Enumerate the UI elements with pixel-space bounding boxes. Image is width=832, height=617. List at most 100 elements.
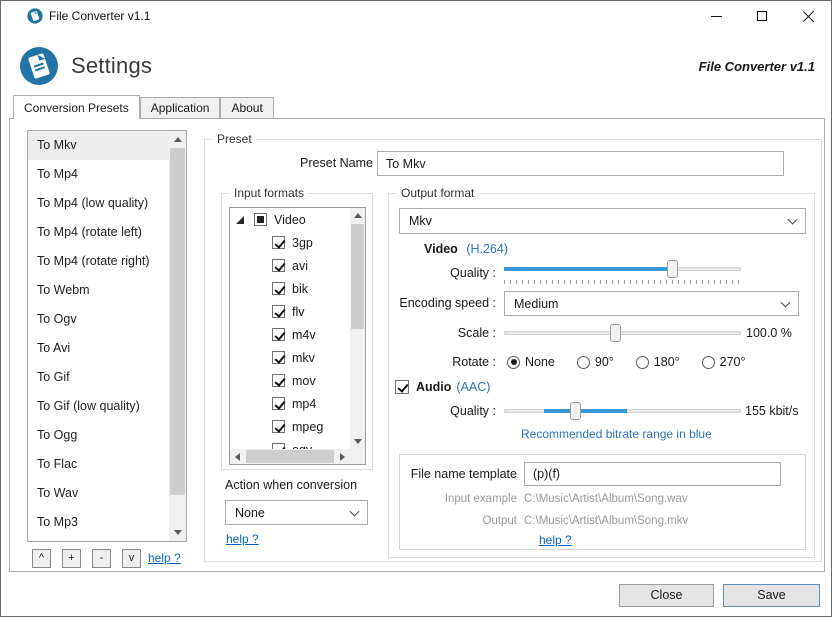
encoding-speed-dropdown[interactable]: Medium — [504, 291, 799, 316]
preset-name-input[interactable] — [377, 151, 784, 176]
tab-about[interactable]: About — [220, 97, 273, 118]
slider-fill — [504, 267, 672, 271]
scale-slider[interactable] — [504, 324, 741, 350]
input-example-value: C:\Music\Artist\Album\Song.wav — [524, 493, 688, 505]
action-dropdown[interactable]: None — [225, 500, 368, 525]
tab-application[interactable]: Application — [140, 97, 221, 118]
rotate-option-90[interactable]: 90° — [577, 355, 614, 369]
rotate-option-180[interactable]: 180° — [636, 355, 680, 369]
video-root-checkbox[interactable] — [254, 213, 267, 226]
format-checkbox[interactable] — [272, 305, 285, 318]
format-checkbox[interactable] — [272, 282, 285, 295]
format-checkbox[interactable] — [272, 328, 285, 341]
arrow-right-icon — [340, 453, 345, 461]
preset-list-item[interactable]: To Mp4 (low quality) — [28, 189, 169, 218]
video-label: Video — [424, 242, 458, 256]
audio-bitrate-value: 155 kbit/s — [745, 399, 799, 424]
radio-icon[interactable] — [636, 356, 649, 369]
format-checkbox[interactable] — [272, 397, 285, 410]
preset-list-item[interactable]: To Mkv — [28, 131, 169, 160]
preset-list-item[interactable]: To Mp3 — [28, 508, 169, 537]
slider-thumb[interactable] — [570, 402, 581, 420]
video-quality-slider[interactable] — [504, 260, 741, 286]
radio-icon[interactable] — [577, 356, 590, 369]
scroll-up-button[interactable] — [169, 131, 186, 148]
scroll-up-button[interactable] — [350, 208, 365, 223]
scroll-left-button[interactable] — [230, 449, 245, 464]
input-formats-help-link[interactable]: help ? — [226, 532, 259, 546]
scroll-down-button[interactable] — [350, 434, 365, 449]
preset-list-help-link[interactable]: help ? — [148, 551, 181, 565]
format-row[interactable]: m4v — [230, 323, 350, 346]
preset-name-label: Preset Name — [235, 151, 373, 176]
preset-list-item[interactable]: To Mp4 (rotate right) — [28, 247, 169, 276]
format-checkbox[interactable] — [272, 236, 285, 249]
tree-root-row[interactable]: Video — [230, 208, 350, 231]
tree-vertical-scrollbar[interactable] — [350, 208, 365, 449]
format-row[interactable]: flv — [230, 300, 350, 323]
file-name-help-link[interactable]: help ? — [539, 533, 572, 547]
audio-checkbox[interactable] — [395, 380, 409, 394]
add-preset-button[interactable]: + — [62, 549, 81, 568]
format-row[interactable]: 3gp — [230, 231, 350, 254]
format-row[interactable]: mov — [230, 369, 350, 392]
expander-icon[interactable] — [236, 216, 244, 224]
app-logo — [19, 46, 59, 86]
format-row[interactable]: ogv — [230, 438, 350, 449]
audio-quality-slider[interactable] — [504, 402, 741, 428]
scroll-right-button[interactable] — [335, 449, 350, 464]
output-format-dropdown[interactable]: Mkv — [399, 208, 806, 234]
preset-list-item[interactable]: To Ogg — [28, 421, 169, 450]
output-format-value: Mkv — [409, 214, 432, 228]
format-label: mp4 — [292, 397, 316, 411]
maximize-button[interactable] — [739, 1, 785, 31]
format-row[interactable]: avi — [230, 254, 350, 277]
format-checkbox[interactable] — [272, 420, 285, 433]
scrollbar-corner — [350, 449, 365, 464]
preset-list-scrollbar[interactable] — [169, 131, 186, 541]
move-preset-up-button[interactable]: ^ — [32, 549, 51, 568]
scale-label: Scale : — [389, 321, 496, 346]
remove-preset-button[interactable]: - — [92, 549, 111, 568]
preset-list-item[interactable]: To Mp4 — [28, 160, 169, 189]
rotate-option-270[interactable]: 270° — [702, 355, 746, 369]
slider-thumb[interactable] — [610, 324, 621, 342]
action-dropdown-value: None — [235, 506, 265, 520]
preset-list-item[interactable]: To Gif — [28, 363, 169, 392]
window-controls — [693, 1, 831, 31]
format-row[interactable]: mpeg — [230, 415, 350, 438]
tree-horizontal-scrollbar[interactable] — [230, 449, 350, 464]
minimize-button[interactable] — [693, 1, 739, 31]
arrow-down-icon — [174, 530, 182, 535]
preset-list-item[interactable]: To Ogv — [28, 305, 169, 334]
scrollbar-thumb[interactable] — [351, 224, 364, 329]
close-window-button[interactable] — [785, 1, 831, 31]
format-checkbox[interactable] — [272, 351, 285, 364]
preset-list-item[interactable]: To Avi — [28, 334, 169, 363]
radio-icon[interactable] — [702, 356, 715, 369]
slider-thumb[interactable] — [667, 260, 678, 278]
close-button[interactable]: Close — [619, 584, 714, 607]
preset-list-item[interactable]: To Gif (low quality) — [28, 392, 169, 421]
format-checkbox[interactable] — [272, 259, 285, 272]
format-row[interactable]: mp4 — [230, 392, 350, 415]
format-label: avi — [292, 259, 308, 273]
file-name-template-input[interactable] — [524, 462, 781, 486]
preset-list-item[interactable]: To Webm — [28, 276, 169, 305]
scrollbar-thumb[interactable] — [170, 148, 185, 495]
preset-list-item[interactable]: To Flac — [28, 450, 169, 479]
move-preset-down-button[interactable]: v — [122, 549, 141, 568]
format-row[interactable]: mkv — [230, 346, 350, 369]
save-button[interactable]: Save — [723, 584, 820, 607]
titlebar[interactable]: File Converter v1.1 — [1, 1, 831, 31]
rotate-option-none[interactable]: None — [507, 355, 555, 369]
preset-list-item[interactable]: To Wav — [28, 479, 169, 508]
scroll-down-button[interactable] — [169, 524, 186, 541]
format-row[interactable]: bik — [230, 277, 350, 300]
radio-selected-icon[interactable] — [507, 356, 520, 369]
rotate-options: None 90° 180° 270° — [507, 352, 746, 372]
scrollbar-thumb[interactable] — [246, 450, 334, 463]
preset-list-item[interactable]: To Mp4 (rotate left) — [28, 218, 169, 247]
format-checkbox[interactable] — [272, 374, 285, 387]
tab-conversion-presets[interactable]: Conversion Presets — [13, 95, 140, 119]
